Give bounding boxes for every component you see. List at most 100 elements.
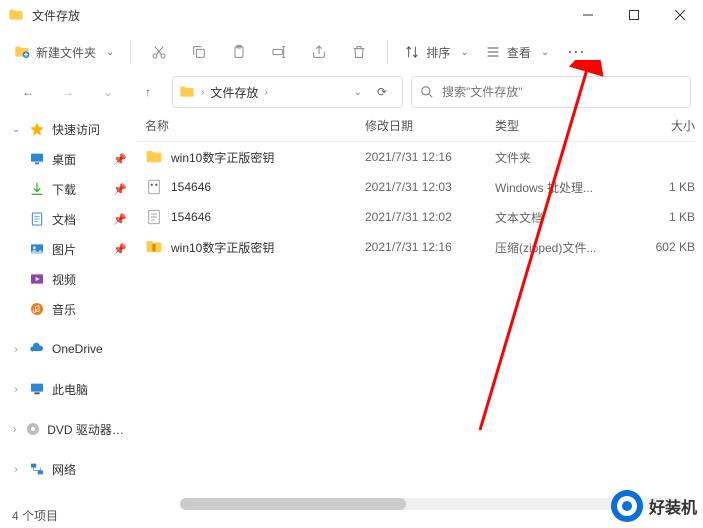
sidebar-item-music[interactable]: 音乐 — [0, 294, 137, 324]
star-icon — [28, 120, 46, 138]
zip-icon — [145, 238, 163, 256]
chevron-down-icon[interactable]: ⌄ — [354, 87, 362, 98]
sort-icon — [404, 44, 420, 60]
sidebar-label: 视频 — [52, 271, 76, 288]
sidebar-label: DVD 驱动器 (D:) CI — [47, 421, 127, 438]
chevron-right-icon: › — [201, 87, 204, 98]
pin-icon: 📌 — [113, 153, 127, 166]
more-button[interactable]: ··· — [559, 36, 595, 68]
new-folder-button[interactable]: 新建文件夹 ⌄ — [8, 36, 120, 68]
sidebar-item-documents[interactable]: 文档 📌 — [0, 204, 137, 234]
file-name: 154646 — [171, 180, 365, 194]
minimize-button[interactable] — [565, 0, 611, 30]
file-type: 文本文档 — [495, 209, 625, 226]
chevron-right-icon: › — [10, 424, 19, 435]
file-date: 2021/7/31 12:16 — [365, 150, 495, 164]
chevron-right-icon: › — [10, 464, 22, 475]
file-size: 1 KB — [625, 210, 695, 224]
sort-button[interactable]: 排序 ⌄ — [398, 36, 474, 68]
back-button[interactable]: ← — [12, 76, 44, 108]
desktop-icon — [28, 150, 46, 168]
close-button[interactable] — [657, 0, 703, 30]
sidebar-label: 此电脑 — [52, 381, 88, 398]
watermark: 好装机 — [611, 490, 697, 522]
folder-icon — [145, 148, 163, 166]
search-box[interactable] — [411, 76, 691, 108]
sidebar-thispc[interactable]: ›此电脑 — [0, 374, 137, 404]
chevron-down-icon: ⌄ — [460, 47, 468, 58]
file-date: 2021/7/31 12:16 — [365, 240, 495, 254]
recent-button[interactable]: ⌄ — [92, 76, 124, 108]
file-name: win10数字正版密钥 — [171, 239, 365, 256]
up-button[interactable]: ↑ — [132, 76, 164, 108]
refresh-button[interactable]: ⟳ — [368, 78, 396, 106]
col-date[interactable]: 修改日期 — [365, 117, 495, 134]
window-controls — [565, 0, 703, 30]
separator — [130, 40, 131, 64]
folder-icon — [8, 7, 24, 23]
new-folder-icon — [14, 44, 30, 60]
maximize-button[interactable] — [611, 0, 657, 30]
sidebar-label: 下载 — [52, 181, 76, 198]
view-icon — [485, 44, 501, 60]
sidebar-quick-access[interactable]: ⌄ 快速访问 — [0, 114, 137, 144]
file-size: 1 KB — [625, 180, 695, 194]
file-list: 名称 修改日期 类型 大小 win10数字正版密钥 2021/7/31 12:1… — [137, 110, 703, 480]
col-size[interactable]: 大小 — [625, 117, 695, 134]
delete-button[interactable] — [341, 36, 377, 68]
sidebar-item-pictures[interactable]: 图片📌 — [0, 234, 137, 264]
navbar: ← → ⌄ ↑ › 文件存放 › ⌄ ⟳ — [0, 74, 703, 110]
sidebar-label: 桌面 — [52, 151, 76, 168]
sidebar-label: OneDrive — [52, 342, 103, 356]
cloud-icon — [28, 340, 46, 358]
sidebar: ⌄ 快速访问 桌面📌 下载📌 文档📌 图片📌 视频 音乐 ›OneDrive ›… — [0, 110, 137, 480]
paste-button[interactable] — [221, 36, 257, 68]
sidebar-network[interactable]: ›网络 — [0, 454, 137, 480]
separator — [387, 40, 388, 64]
download-icon — [28, 180, 46, 198]
col-type[interactable]: 类型 — [495, 117, 625, 134]
text-icon — [145, 208, 163, 226]
share-button[interactable] — [301, 36, 337, 68]
address-bar[interactable]: › 文件存放 › ⌄ ⟳ — [172, 76, 403, 108]
view-label: 查看 — [507, 44, 531, 61]
cut-icon — [151, 44, 167, 60]
copy-button[interactable] — [181, 36, 217, 68]
sidebar-label: 音乐 — [52, 301, 76, 318]
sidebar-item-desktop[interactable]: 桌面 📌 — [0, 144, 137, 174]
forward-button[interactable]: → — [52, 76, 84, 108]
new-folder-label: 新建文件夹 — [36, 44, 96, 61]
view-button[interactable]: 查看 ⌄ — [479, 36, 555, 68]
sidebar-onedrive[interactable]: ›OneDrive — [0, 334, 137, 364]
file-row[interactable]: win10数字正版密钥 2021/7/31 12:16 文件夹 — [137, 142, 695, 172]
sort-label: 排序 — [426, 44, 450, 61]
disc-icon — [25, 420, 41, 438]
file-row[interactable]: 154646 2021/7/31 12:03 Windows 批处理... 1 … — [137, 172, 695, 202]
sidebar-label: 文档 — [52, 211, 76, 228]
music-icon — [28, 300, 46, 318]
chevron-down-icon: ⌄ — [106, 47, 114, 58]
chevron-down-icon: ⌄ — [541, 47, 549, 58]
col-name[interactable]: 名称 — [145, 117, 365, 134]
watermark-text: 好装机 — [649, 494, 697, 518]
cut-button[interactable] — [141, 36, 177, 68]
pin-icon: 📌 — [113, 213, 127, 226]
rename-button[interactable] — [261, 36, 297, 68]
content: ⌄ 快速访问 桌面📌 下载📌 文档📌 图片📌 视频 音乐 ›OneDrive ›… — [0, 110, 703, 480]
sidebar-item-downloads[interactable]: 下载 📌 — [0, 174, 137, 204]
file-name: 154646 — [171, 210, 365, 224]
pin-icon: 📌 — [113, 243, 127, 256]
breadcrumb[interactable]: 文件存放 — [210, 84, 258, 101]
pin-icon: 📌 — [113, 183, 127, 196]
video-icon — [28, 270, 46, 288]
file-name: win10数字正版密钥 — [171, 149, 365, 166]
file-row[interactable]: 154646 2021/7/31 12:02 文本文档 1 KB — [137, 202, 695, 232]
sidebar-item-videos[interactable]: 视频 — [0, 264, 137, 294]
item-count: 4 个项目 — [12, 507, 58, 524]
search-input[interactable] — [442, 85, 682, 99]
sidebar-dvd[interactable]: › DVD 驱动器 (D:) CI — [0, 414, 137, 444]
file-row[interactable]: win10数字正版密钥 2021/7/31 12:16 压缩(zipped)文件… — [137, 232, 695, 262]
batch-icon — [145, 178, 163, 196]
file-date: 2021/7/31 12:03 — [365, 180, 495, 194]
logo-icon — [611, 490, 643, 522]
